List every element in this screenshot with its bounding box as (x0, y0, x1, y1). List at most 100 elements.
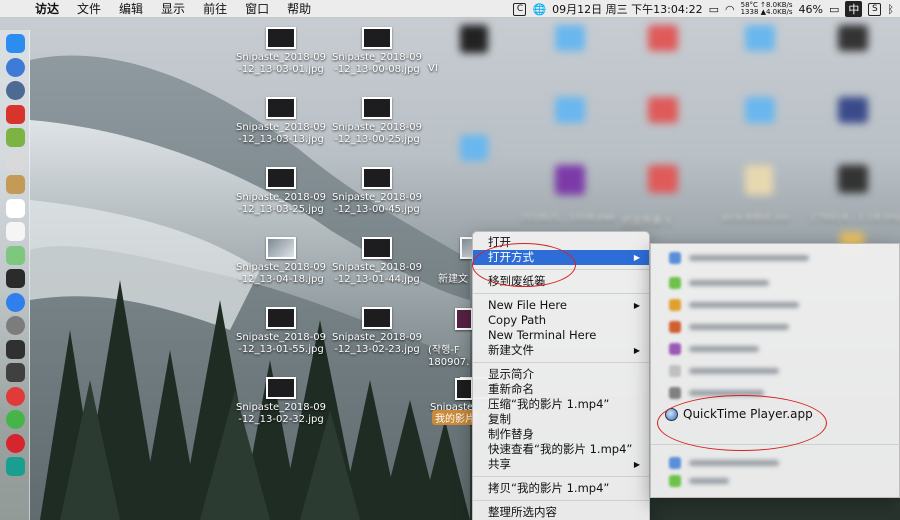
file-thumbnail (362, 237, 392, 259)
network-speed[interactable]: 58°C ↑8.0KB/s 1338 ▲4.0KB/s (741, 2, 793, 16)
context-menu-item[interactable]: 快速查看“我的影片 1.mp4” (473, 442, 649, 457)
movie-file-thumb[interactable] (455, 378, 473, 400)
blurred-app-name (689, 460, 779, 466)
rocket-icon[interactable] (6, 81, 25, 100)
context-menu-item[interactable]: New Terminal Here (473, 328, 649, 343)
menu-view[interactable]: 显示 (152, 0, 194, 17)
console-icon[interactable] (6, 363, 25, 382)
terminal-icon[interactable] (6, 269, 25, 288)
preview-icon[interactable] (6, 151, 25, 171)
input-method[interactable]: 中 (845, 1, 863, 17)
context-menu-item[interactable]: 拷贝“我的影片 1.mp4” (473, 481, 649, 496)
menu-go[interactable]: 前往 (194, 0, 236, 17)
bluetooth-icon[interactable]: ᛒ (887, 3, 894, 16)
s-app-icon[interactable]: S (868, 2, 882, 16)
partial-label-kr: (작행-F 180907. (428, 345, 470, 368)
submenu-app-row[interactable] (651, 340, 900, 358)
app-icon (669, 475, 681, 487)
maps-icon[interactable] (6, 245, 25, 265)
desktop-file[interactable]: Snipaste_2018-09 -12_13-02-32.jpg (233, 377, 329, 426)
context-menu-item-label: 共享 (488, 457, 511, 471)
context-menu-item[interactable]: 打开 (473, 235, 649, 250)
context-menu-item-label: 打开 (488, 235, 511, 249)
battery-level[interactable]: 46% (799, 3, 823, 16)
app-icon (669, 321, 681, 333)
desktop-file[interactable]: Snipaste_2018-09 -12_13-00-25.jpg (329, 97, 425, 146)
blurred-app-name (689, 302, 799, 308)
kr-file-thumb[interactable] (455, 308, 473, 330)
context-menu-item[interactable]: New File Here ▶ (473, 298, 649, 313)
quicktime-icon (665, 407, 678, 421)
notes-icon[interactable] (6, 175, 25, 194)
context-menu-item-label: 压缩“我的影片 1.mp4” (488, 397, 610, 411)
context-menu-item[interactable]: 压缩“我的影片 1.mp4” (473, 397, 649, 412)
file-thumbnail (266, 377, 296, 399)
open-with-quicktime[interactable]: QuickTime Player.app (665, 407, 813, 421)
file-thumbnail (266, 167, 296, 189)
activity-icon[interactable] (6, 339, 25, 359)
menu-file[interactable]: 文件 (68, 0, 110, 17)
context-menu-item[interactable]: 整理所选内容 (473, 505, 649, 520)
submenu-app-row[interactable] (651, 362, 900, 380)
file-label: Snipaste_2018-09 -12_13-00-45.jpg (331, 192, 422, 215)
switch-icon[interactable]: ▭ (709, 3, 719, 16)
context-menu-item-label: New Terminal Here (488, 328, 597, 342)
file-label: Snipaste_2018-09 -12_13-02-32.jpg (235, 402, 326, 425)
desktop-file[interactable]: Snipaste_2018-09 -12_13-02-23.jpg (329, 307, 425, 356)
menu-window[interactable]: 窗口 (236, 0, 278, 17)
toolbox-icon[interactable] (6, 104, 25, 124)
desktop-file[interactable]: Snipaste_2018-09 -12_13-04-18.jpg (233, 237, 329, 286)
context-menu-item[interactable]: 共享 ▶ (473, 457, 649, 472)
desktop-file[interactable]: Snipaste_2018-09 -12_13-01-55.jpg (233, 307, 329, 356)
context-menu-item[interactable]: Copy Path (473, 313, 649, 328)
blurred-name-4: 279914...1-18.tmp (810, 213, 900, 224)
wifi-icon[interactable]: ◠ (725, 3, 735, 16)
clipboard-icon[interactable]: C (513, 2, 527, 16)
app-icon[interactable] (6, 457, 25, 476)
context-menu-item[interactable]: 新建文件 ▶ (473, 343, 649, 358)
android-icon[interactable] (6, 128, 25, 147)
datetime[interactable]: 09月12日 周三 下午13:04:22 (552, 1, 702, 17)
desktop-file[interactable]: Snipaste_2018-09 -12_13-00-45.jpg (329, 167, 425, 216)
context-menu-item[interactable]: 重新命名 (473, 382, 649, 397)
context-menu-item[interactable]: 打开方式 ▶ (473, 250, 649, 265)
submenu-app-row[interactable] (651, 249, 900, 267)
netease-music-icon[interactable] (6, 433, 25, 453)
context-menu-item[interactable]: 制作替身 (473, 427, 649, 442)
appstore-icon[interactable] (6, 292, 25, 312)
blurred-app-name (689, 478, 729, 484)
blurred-app-name (689, 280, 769, 286)
submenu-app-row[interactable] (651, 296, 900, 314)
file-thumbnail (362, 167, 392, 189)
desktop-file[interactable]: Snipaste_2018-09 -12_13-03-13.jpg (233, 97, 329, 146)
desktop-file[interactable]: Snipaste_2018-09 -12_13-03-25.jpg (233, 167, 329, 216)
menu-app-name[interactable]: 访达 (26, 0, 68, 17)
context-menu-item[interactable]: 移到废纸篓 (473, 274, 649, 289)
desktop-file[interactable]: Snipaste_2018-09 -12_13-00-08.jpg (329, 27, 425, 76)
desktop-file[interactable]: Snipaste_2018-09 -12_13-03-01.jpg (233, 27, 329, 76)
globe-icon[interactable]: 🌐 (532, 3, 546, 16)
safari-icon[interactable] (6, 57, 25, 77)
submenu-app-row[interactable] (651, 472, 900, 490)
file-label: Snipaste_2018-09 -12_13-01-44.jpg (331, 262, 422, 285)
context-menu-item[interactable]: 显示简介 (473, 367, 649, 382)
submenu-app-row[interactable] (651, 384, 900, 402)
finder-icon[interactable] (6, 34, 25, 53)
menu-help[interactable]: 帮助 (278, 0, 320, 17)
submenu-app-row[interactable] (651, 318, 900, 336)
battery-icon[interactable]: ▭ (829, 3, 839, 16)
context-menu-item[interactable]: 复制 (473, 412, 649, 427)
menu-edit[interactable]: 编辑 (110, 0, 152, 17)
wechat-icon[interactable] (6, 410, 25, 429)
calendar-icon[interactable] (6, 198, 25, 218)
app-icon (669, 277, 681, 289)
submenu-app-row[interactable] (651, 454, 900, 472)
context-menu-item-label: 新建文件 (488, 343, 534, 357)
desktop-file[interactable]: Snipaste_2018-09 -12_13-01-44.jpg (329, 237, 425, 286)
file-thumbnail (362, 307, 392, 329)
vivaldi-icon[interactable] (6, 386, 25, 406)
reminders-icon[interactable] (6, 222, 25, 241)
menu-separator (473, 476, 649, 477)
sysprefs-icon[interactable] (6, 316, 25, 335)
submenu-app-row[interactable] (651, 274, 900, 292)
